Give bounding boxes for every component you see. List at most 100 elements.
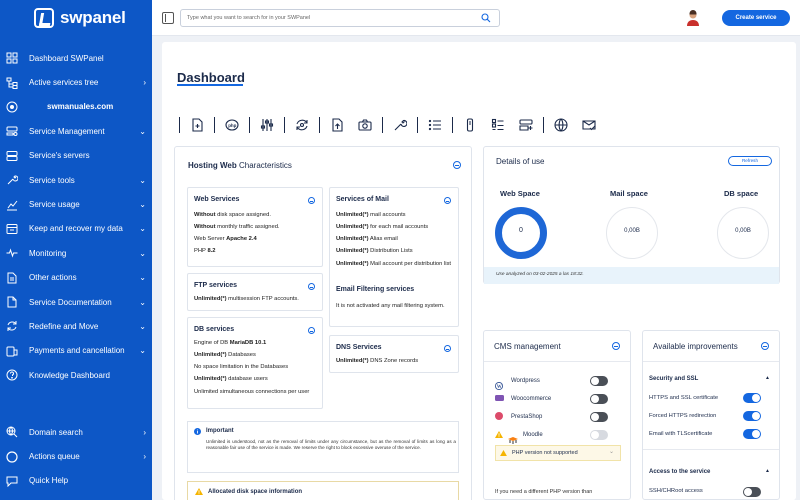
avatar[interactable] [686, 10, 700, 26]
create-service-button[interactable]: Create service [722, 10, 790, 26]
refresh-button[interactable]: Refresh [728, 156, 772, 166]
mail-space-value: 0,00B [624, 228, 640, 234]
details-of-use-card: Details of use Refresh Web Space Mail sp… [483, 146, 780, 284]
mail-line-3: Unlimited(*) Alias email [336, 236, 398, 242]
mail-check-icon[interactable] [582, 118, 596, 132]
chevron-down-icon: ⌄ [139, 175, 146, 185]
sidebar-item-quick-help[interactable]: Quick Help [0, 469, 152, 493]
sidebar-item-service-documentation[interactable]: Service Documentation ⌄ [0, 290, 152, 314]
email-filter-text: It is not activated any mail filtering s… [336, 303, 445, 309]
sidebar-item-label: Active services tree [29, 78, 99, 88]
warning-icon [495, 431, 503, 438]
forced-https-toggle[interactable] [743, 411, 761, 421]
allocated-title: Allocated disk space information [208, 489, 303, 495]
chevron-down-icon: ⌄ [139, 346, 146, 356]
collapse-icon[interactable] [612, 342, 620, 350]
collapse-icon[interactable] [444, 345, 451, 352]
available-improvements-card: Available improvements Security and SSL … [642, 330, 780, 500]
important-text: Unlimited is understood, not as the remo… [206, 439, 456, 451]
divider [643, 361, 779, 362]
collapse-icon[interactable] [308, 283, 315, 290]
access-service-title: Access to the service [649, 469, 711, 475]
sidebar-item-label: Domain search [29, 427, 83, 437]
sidebar-item-service-management[interactable]: Service Management ⌄ [0, 119, 152, 143]
woocommerce-toggle[interactable] [590, 394, 608, 404]
improvement-label: SSH/CHRoot access [649, 488, 703, 494]
prestashop-toggle[interactable] [590, 412, 608, 422]
sidebar: swpanel Dashboard SWPanel Active service… [0, 0, 152, 500]
sidebar-item-service-usage[interactable]: Service usage ⌄ [0, 192, 152, 216]
collapse-icon[interactable] [453, 161, 461, 169]
wrench-icon[interactable] [393, 118, 408, 132]
globe-search-icon [6, 426, 18, 438]
search-input[interactable]: Type what you want to search for in your… [180, 9, 500, 27]
server-gear-icon [6, 125, 18, 137]
mail-services-title: Services of Mail [336, 196, 389, 203]
search-icon[interactable] [481, 13, 491, 23]
sidebar-item-redefine-move[interactable]: Redefine and Move ⌄ [0, 314, 152, 338]
top-bar: Type what you want to search for in your… [152, 0, 800, 36]
sidebar-item-label: Service usage [29, 200, 80, 210]
server-add-icon[interactable] [519, 118, 533, 132]
sidebar-item-domain-search[interactable]: Domain search › [0, 420, 152, 444]
collapse-caret-icon[interactable]: ▲ [765, 375, 770, 381]
db-services-card: DB services Engine of DB MariaDB 10.1 Un… [187, 317, 323, 409]
sidebar-item-service-tools[interactable]: Service tools ⌄ [0, 168, 152, 192]
mail-line-4: Unlimited(*) Distribution Lists [336, 248, 413, 254]
collapse-sidebar-icon[interactable] [162, 12, 174, 24]
moodle-toggle[interactable] [590, 430, 608, 440]
sidebar-item-label: Service Management [29, 126, 105, 136]
sidebar-item-dashboard[interactable]: Dashboard SWPanel [0, 46, 152, 70]
sync-icon[interactable] [295, 118, 309, 132]
collapse-icon[interactable] [444, 197, 451, 204]
email-filter-title: Email Filtering services [336, 286, 415, 293]
ssh-chroot-toggle[interactable] [743, 487, 761, 497]
wrench-icon [6, 174, 18, 186]
sidebar-item-label: Quick Help [29, 476, 69, 486]
sidebar-item-keep-recover[interactable]: Keep and recover my data ⌄ [0, 217, 152, 241]
server-icon [6, 150, 18, 162]
sidebar-item-actions-queue[interactable]: Actions queue › [0, 444, 152, 468]
cms-item-label: PrestaShop [511, 414, 543, 420]
sidebar-item-payments[interactable]: Payments and cancellation ⌄ [0, 339, 152, 363]
php-icon[interactable]: php [225, 118, 239, 132]
hosting-title-bold: Hosting Web [188, 161, 237, 170]
checklist-icon[interactable] [491, 118, 505, 132]
collapse-icon[interactable] [761, 342, 769, 350]
doc-icon [6, 296, 18, 308]
cms-item-label: Woocommerce [511, 396, 552, 402]
divider [643, 449, 779, 450]
sidebar-item-current-service[interactable]: swmanuales.com [0, 95, 152, 119]
sidebar-item-active-services[interactable]: Active services tree › [0, 70, 152, 94]
sidebar-item-knowledge[interactable]: Knowledge Dashboard [0, 363, 152, 387]
usb-icon[interactable] [463, 118, 477, 132]
globe-icon[interactable] [554, 118, 568, 132]
file-add-icon[interactable] [190, 118, 204, 132]
chevron-down-icon[interactable]: ⌄ [609, 448, 614, 455]
details-of-use-title: Details of use [496, 157, 545, 166]
https-ssl-toggle[interactable] [743, 393, 761, 403]
db-line-4: Unlimited(*) database users [194, 376, 268, 382]
cms-item-label: Moodle [523, 432, 543, 438]
sidebar-item-label: Payments and cancellation [29, 346, 125, 356]
collapse-caret-icon[interactable]: ▲ [765, 468, 770, 474]
sidebar-item-label: Service's servers [29, 151, 90, 161]
sidebar-item-label: Actions queue [29, 452, 80, 462]
wordpress-toggle[interactable] [590, 376, 608, 386]
camera-icon[interactable] [358, 118, 372, 132]
collapse-icon[interactable] [308, 327, 315, 334]
collapse-icon[interactable] [308, 197, 315, 204]
sidebar-item-other-actions[interactable]: Other actions ⌄ [0, 266, 152, 290]
sidebar-item-service-servers[interactable]: Service's servers [0, 144, 152, 168]
tree-icon [6, 77, 18, 89]
sidebar-item-monitoring[interactable]: Monitoring ⌄ [0, 241, 152, 265]
upload-file-icon[interactable] [330, 118, 344, 132]
brand-logo[interactable]: swpanel [34, 8, 126, 28]
divider [484, 361, 630, 362]
list-icon[interactable] [428, 118, 442, 132]
chevron-down-icon: ⌄ [139, 248, 146, 258]
sidebar-item-label: Other actions [29, 273, 77, 283]
sliders-icon[interactable] [260, 118, 274, 132]
email-tls-toggle[interactable] [743, 429, 761, 439]
brand-name: swpanel [60, 8, 126, 27]
